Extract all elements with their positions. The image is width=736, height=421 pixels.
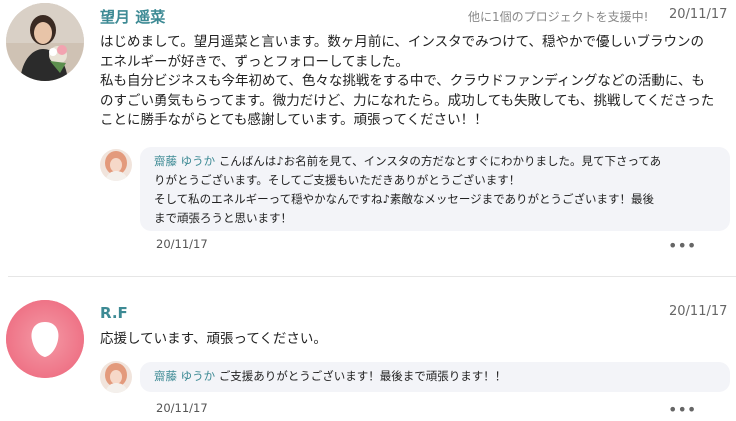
comment-date: 20/11/17 <box>669 304 728 319</box>
reply-author-avatar[interactable] <box>100 149 132 181</box>
support-count-note: 他に1個のプロジェクトを支援中! <box>468 10 649 24</box>
comment-item: R.F 20/11/17 応援しています、頑張ってください。 齋藤 ゆうか ご支… <box>0 280 736 421</box>
reply-text-line: ご支援ありがとうございます！最後まで頑張ります！！ <box>218 369 507 383</box>
reply-text-line: まで頑張ろうと思います！ <box>154 211 292 225</box>
reply-author-avatar[interactable] <box>100 361 132 393</box>
comment-author-name[interactable]: R.F <box>100 304 128 322</box>
reply-text-line: りがとうございます。そしてご支援もいただきありがとうございます！ <box>154 173 521 187</box>
user-photo-avatar[interactable] <box>6 3 84 81</box>
reply-text: 齋藤 ゆうか こんばんは♪お名前を見て、インスタの方だなとすぐにわかりました。見… <box>154 152 724 228</box>
comment-body-line: のすごい勇気もらってます。微力だけど、力になれたら。成功しても失敗しても、挑戦し… <box>100 92 715 109</box>
default-avatar-icon[interactable] <box>6 300 84 378</box>
reply-date: 20/11/17 <box>156 401 208 415</box>
reply-text: 齋藤 ゆうか ご支援ありがとうございます！最後まで頑張ります！！ <box>154 367 724 386</box>
reply-bubble: 齋藤 ゆうか こんばんは♪お名前を見て、インスタの方だなとすぐにわかりました。見… <box>140 147 730 231</box>
comment-item: 望月 遥菜 他に1個のプロジェクトを支援中! 20/11/17 はじめまして。望… <box>0 0 736 275</box>
comment-body-line: 応援しています、頑張ってください。 <box>100 331 327 347</box>
comment-date: 20/11/17 <box>669 7 728 22</box>
comment-divider <box>8 276 736 277</box>
comment-body-line: はじめまして。望月遥菜と言います。数ヶ月前に、インスタでみつけて、穏やかで優しい… <box>100 34 704 50</box>
more-horizontal-icon[interactable]: ••• <box>668 238 696 254</box>
comment-body-line: エネルギーが好きで、ずっとフォローしてました。 <box>100 53 409 70</box>
reply-text-line: そして私のエネルギーって穏やかなんですね♪素敵なメッセージまでありがとうございま… <box>154 192 654 206</box>
reply-date: 20/11/17 <box>156 237 208 251</box>
reply-author-name[interactable]: 齋藤 ゆうか <box>154 369 215 383</box>
comment-body: はじめまして。望月遥菜と言います。数ヶ月前に、インスタでみつけて、穏やかで優しい… <box>100 33 730 131</box>
comment-author-name[interactable]: 望月 遥菜 <box>100 6 165 27</box>
more-horizontal-icon[interactable]: ••• <box>668 402 696 418</box>
comment-body: 応援しています、頑張ってください。 <box>100 330 730 350</box>
reply-author-name[interactable]: 齋藤 ゆうか <box>154 154 215 168</box>
comment-body-line: 私も自分ビジネスも今年初めて、色々な挑戦をする中で、クラウドファンディングなどの… <box>100 73 705 89</box>
reply-bubble: 齋藤 ゆうか ご支援ありがとうございます！最後まで頑張ります！！ <box>140 362 730 392</box>
comment-body-line: ことに勝手ながらとても感謝しています。頑張ってください！！ <box>100 112 488 128</box>
reply-text-line: こんばんは♪お名前を見て、インスタの方だなとすぐにわかりました。見て下さってあ <box>218 154 662 168</box>
